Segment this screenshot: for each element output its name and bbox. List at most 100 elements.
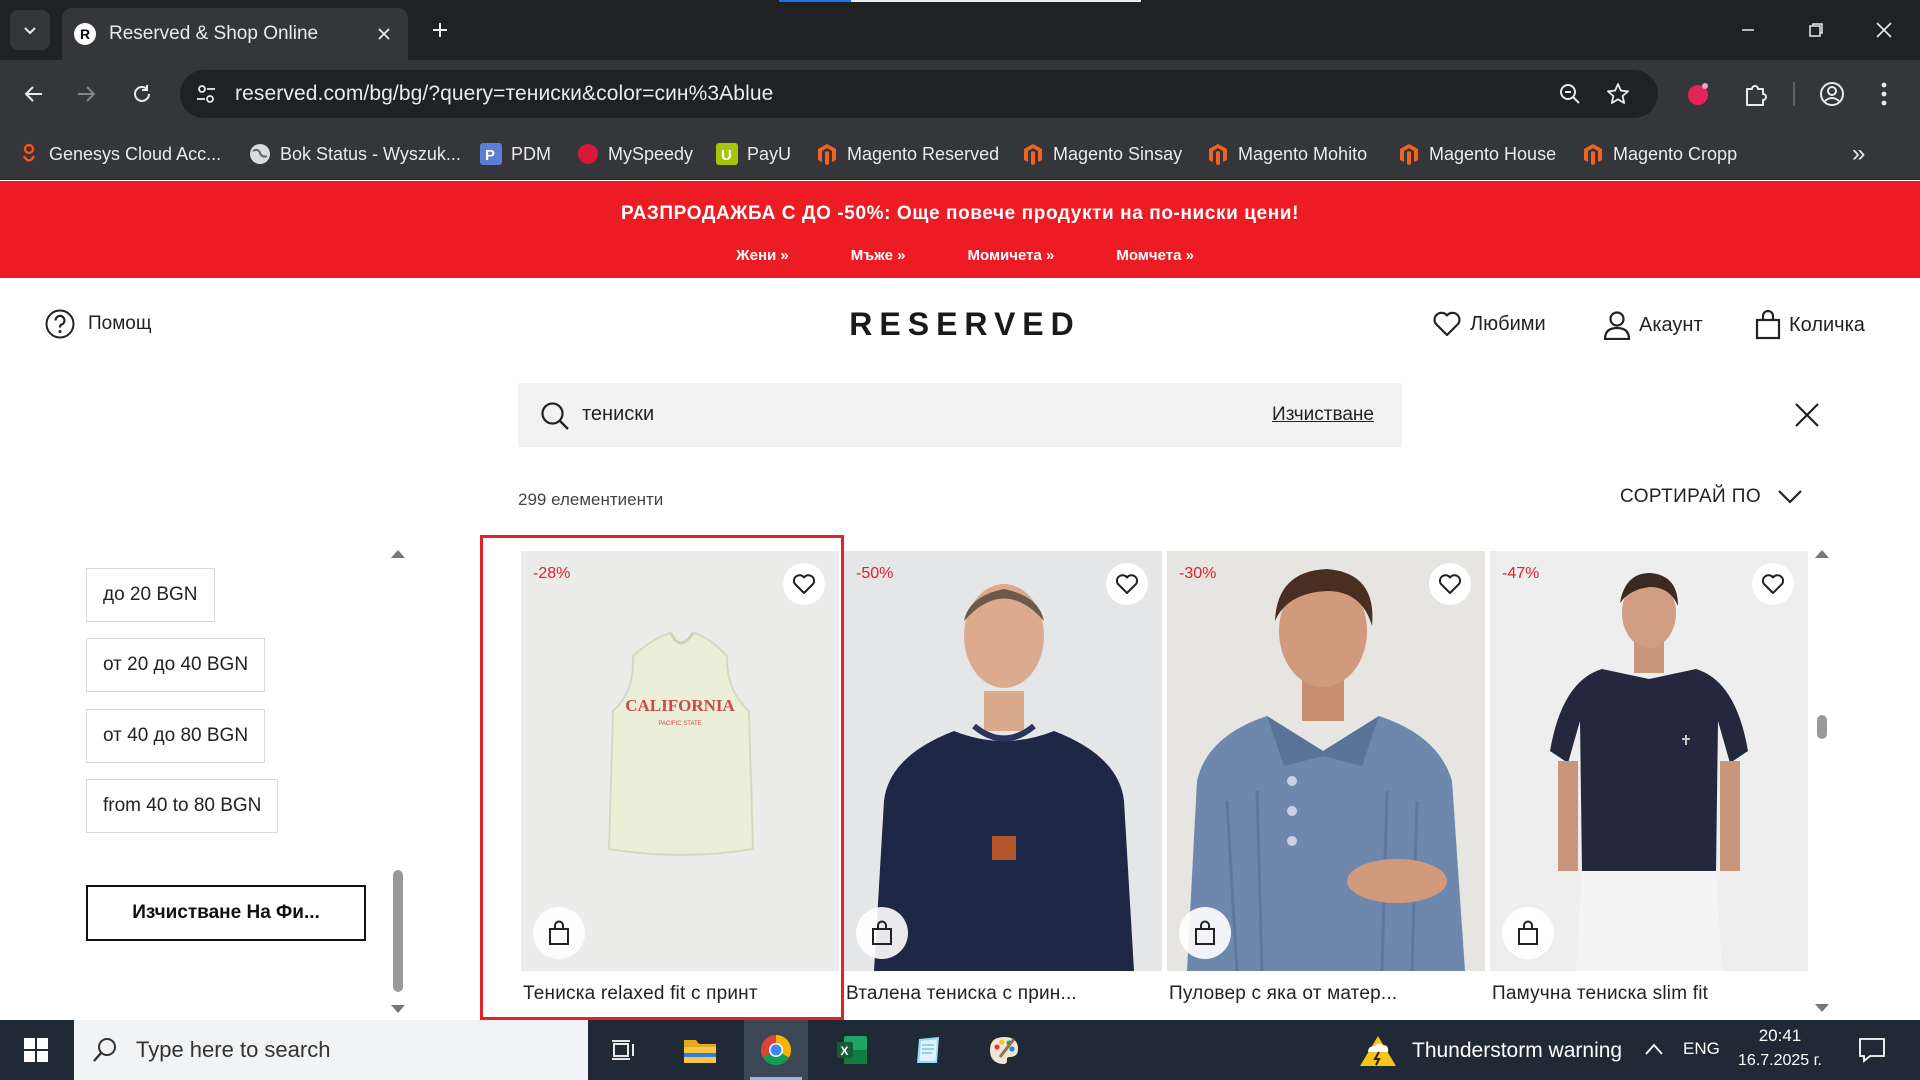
forward-button[interactable] bbox=[66, 74, 106, 114]
profile-icon[interactable] bbox=[1818, 80, 1846, 108]
bookmark-magento-sinsay[interactable]: Magento Sinsay bbox=[1022, 140, 1182, 168]
promo-link-women[interactable]: Жени » bbox=[726, 247, 789, 264]
browser-tab-active[interactable]: R Reserved & Shop Online bbox=[62, 8, 408, 60]
bookmark-magento-house[interactable]: Magento House bbox=[1398, 140, 1556, 168]
products-scrollbar-thumb[interactable] bbox=[1817, 715, 1827, 739]
products-scroll-up[interactable] bbox=[1815, 550, 1829, 558]
sort-dropdown[interactable]: СОРТИРАЙ ПО bbox=[1620, 486, 1803, 508]
add-to-cart-button[interactable] bbox=[533, 907, 585, 959]
product-name[interactable]: Тениска relaxed fit с принт bbox=[521, 983, 839, 1005]
add-to-favorites-button[interactable] bbox=[1429, 563, 1471, 605]
chevron-down-icon bbox=[24, 27, 36, 35]
price-filter-option[interactable]: до 20 BGN bbox=[86, 568, 215, 622]
product-image[interactable]: -30% bbox=[1167, 551, 1485, 971]
product-name[interactable]: Вталена тениска с прин... bbox=[844, 983, 1162, 1005]
url-text[interactable]: reserved.com/bg/bg/?query=тениски&color=… bbox=[235, 82, 773, 106]
product-card[interactable]: -30% Пуловер с яка от матер... bbox=[1167, 551, 1485, 1005]
product-card[interactable]: -47% Памучна тениска slim fit bbox=[1490, 551, 1808, 1005]
window-close-button[interactable] bbox=[1862, 10, 1906, 50]
search-query[interactable]: тениски bbox=[582, 403, 654, 426]
add-to-cart-button[interactable] bbox=[1179, 907, 1231, 959]
search-input[interactable]: тениски Изчистване bbox=[518, 383, 1402, 447]
excel-button[interactable]: X bbox=[820, 1020, 884, 1080]
promo-link-girls[interactable]: Момичета » bbox=[957, 247, 1054, 264]
globe-icon bbox=[249, 143, 271, 165]
add-to-favorites-button[interactable] bbox=[1106, 563, 1148, 605]
input-language-indicator[interactable]: ENG bbox=[1683, 1039, 1720, 1059]
svg-text:U: U bbox=[721, 147, 732, 164]
clear-filters-button[interactable]: Изчистване На Фи... bbox=[86, 885, 366, 941]
product-name[interactable]: Памучна тениска slim fit bbox=[1490, 983, 1808, 1005]
clock-time[interactable]: 20:41 bbox=[1737, 1026, 1823, 1046]
paint-palette-icon bbox=[990, 1037, 1018, 1064]
bookmark-star-icon[interactable] bbox=[1606, 82, 1630, 106]
product-card[interactable]: -50% Вталена тениска с прин... bbox=[844, 551, 1162, 1005]
sidebar-scrollbar-thumb[interactable] bbox=[393, 870, 403, 992]
task-view-button[interactable] bbox=[592, 1020, 656, 1080]
promo-headline[interactable]: РАЗПРОДАЖБА С ДО -50%: Още повече продук… bbox=[0, 203, 1920, 225]
new-tab-button[interactable] bbox=[424, 14, 456, 46]
tab-search-button[interactable] bbox=[10, 10, 50, 50]
bookmark-payu[interactable]: U PayU bbox=[716, 140, 791, 168]
minimize-button[interactable] bbox=[1726, 10, 1770, 50]
file-explorer-button[interactable] bbox=[668, 1020, 732, 1080]
product-image[interactable]: -47% bbox=[1490, 551, 1808, 971]
shopping-bag-icon bbox=[872, 920, 892, 945]
product-card[interactable]: CALIFORNIA PACIFIC STATE -28% Тениска re… bbox=[521, 551, 839, 1005]
reload-button[interactable] bbox=[122, 74, 162, 114]
account-link[interactable]: Акаунт bbox=[1603, 310, 1703, 340]
restore-button[interactable] bbox=[1794, 10, 1838, 50]
bookmark-myspeedy[interactable]: MySpeedy bbox=[577, 140, 693, 168]
notepad-button[interactable] bbox=[896, 1020, 960, 1080]
arrow-right-icon bbox=[78, 86, 96, 102]
search-clear-link[interactable]: Изчистване bbox=[1272, 404, 1374, 426]
start-button[interactable] bbox=[0, 1020, 72, 1080]
excel-icon: X bbox=[837, 1036, 867, 1064]
chrome-button[interactable] bbox=[744, 1020, 808, 1080]
bookmark-bok-status[interactable]: Bok Status - Wyszuk... bbox=[249, 140, 461, 168]
bookmark-magento-reserved[interactable]: Magento Reserved bbox=[816, 140, 999, 168]
price-filter-option[interactable]: от 40 до 80 BGN bbox=[86, 709, 266, 763]
site-settings-icon[interactable] bbox=[194, 82, 218, 106]
reload-icon bbox=[134, 85, 150, 102]
add-to-cart-button[interactable] bbox=[1502, 907, 1554, 959]
bookmarks-overflow-button[interactable]: » bbox=[1852, 140, 1865, 168]
price-filter-option[interactable]: from 40 to 80 BGN bbox=[86, 779, 279, 833]
address-bar[interactable]: reserved.com/bg/bg/?query=тениски&color=… bbox=[180, 70, 1658, 118]
promo-link-men[interactable]: Мъже » bbox=[841, 247, 906, 264]
add-to-cart-button[interactable] bbox=[856, 907, 908, 959]
favorites-link[interactable]: Любими bbox=[1432, 310, 1546, 338]
bookmark-magento-cropp[interactable]: Magento Cropp bbox=[1582, 140, 1737, 168]
bookmark-genesys[interactable]: Genesys Cloud Acc... bbox=[18, 140, 221, 168]
products-scroll-down[interactable] bbox=[1815, 1004, 1829, 1012]
puzzle-icon[interactable] bbox=[1742, 80, 1770, 108]
sidebar-scroll-down[interactable] bbox=[391, 1005, 405, 1013]
tab-close-button[interactable] bbox=[370, 20, 398, 48]
add-to-favorites-button[interactable] bbox=[783, 563, 825, 605]
chevron-up-icon[interactable] bbox=[1644, 1042, 1664, 1056]
sidebar-scroll-up[interactable] bbox=[391, 550, 405, 558]
bookmark-magento-mohito[interactable]: Magento Mohito bbox=[1207, 140, 1367, 168]
clock-date[interactable]: 16.7.2025 г. bbox=[1732, 1052, 1828, 1070]
back-button[interactable] bbox=[14, 74, 54, 114]
restore-icon bbox=[1809, 23, 1823, 37]
extension-icon[interactable] bbox=[1684, 80, 1712, 108]
weather-widget[interactable]: Thunderstorm warning bbox=[1358, 1034, 1622, 1068]
taskbar-search-input[interactable]: Type here to search bbox=[74, 1020, 588, 1080]
price-filter-option[interactable]: от 20 до 40 BGN bbox=[86, 638, 266, 692]
zoom-icon[interactable] bbox=[1558, 82, 1582, 106]
close-search-icon[interactable] bbox=[1794, 402, 1820, 428]
product-image[interactable]: CALIFORNIA PACIFIC STATE -28% bbox=[521, 551, 839, 971]
bookmark-pdm[interactable]: P PDM bbox=[480, 140, 551, 168]
promo-link-boys[interactable]: Момчета » bbox=[1106, 247, 1194, 264]
cart-link[interactable]: Количка bbox=[1755, 310, 1865, 340]
favorites-label: Любими bbox=[1470, 312, 1546, 335]
product-image[interactable]: -50% bbox=[844, 551, 1162, 971]
discount-badge: -47% bbox=[1502, 565, 1540, 582]
result-count: 299 елементиенти bbox=[518, 490, 664, 509]
notifications-icon[interactable] bbox=[1858, 1037, 1886, 1063]
paint-button[interactable] bbox=[972, 1020, 1036, 1080]
product-name[interactable]: Пуловер с яка от матер... bbox=[1167, 983, 1485, 1005]
add-to-favorites-button[interactable] bbox=[1752, 563, 1794, 605]
kebab-menu-icon[interactable] bbox=[1874, 80, 1894, 108]
